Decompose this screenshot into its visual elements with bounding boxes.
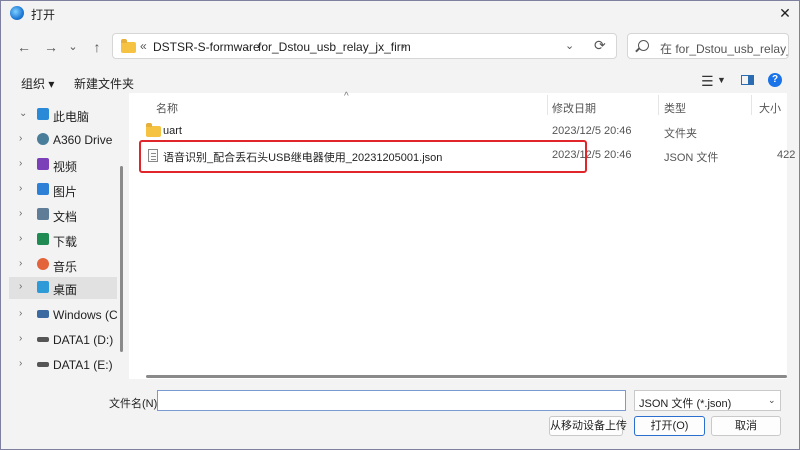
sidebar-item-label: DATA1 (D:) — [53, 333, 114, 347]
title-bar: 打开 ✕ — [1, 1, 799, 25]
search-input[interactable]: 在 for_Dstou_usb_relay_jx_... — [627, 33, 789, 59]
view-options-icon[interactable]: ☰ — [701, 73, 714, 90]
breadcrumb-overflow[interactable]: « — [140, 39, 147, 53]
open-file-dialog: 打开 ✕ ← → ⌄ ↑ « DSTSR-S-formware › for_Ds… — [0, 0, 800, 450]
column-divider[interactable] — [658, 95, 659, 115]
address-bar[interactable]: « DSTSR-S-formware › for_Dstou_usb_relay… — [112, 33, 617, 59]
drive-icon — [37, 337, 49, 342]
sidebar-item-label: 下载 — [53, 235, 78, 249]
folder-icon — [121, 39, 136, 53]
breadcrumb-separator[interactable]: › — [245, 39, 249, 53]
sort-indicator-icon: ^ — [344, 91, 349, 102]
sidebar-item-a360-drive[interactable]: › A360 Drive — [9, 129, 117, 151]
address-dropdown[interactable]: ⌄ — [565, 39, 574, 52]
sidebar-item-pictures[interactable]: › 图片 — [9, 179, 117, 201]
view-dropdown-icon[interactable]: ▼ — [717, 75, 726, 85]
document-icon — [37, 208, 49, 220]
highlight-box — [139, 140, 587, 173]
help-icon[interactable]: ? — [768, 73, 782, 87]
expand-arrow-icon[interactable]: › — [19, 333, 22, 344]
expand-arrow-icon[interactable]: › — [19, 308, 22, 319]
sidebar-item-label: 视频 — [53, 160, 78, 174]
sidebar-item-label: 文档 — [53, 210, 78, 224]
sidebar-item-label: Windows (C:) — [53, 308, 117, 322]
sidebar-item-label: 图片 — [53, 185, 78, 199]
column-divider[interactable] — [547, 95, 548, 115]
breadcrumb-separator[interactable]: › — [401, 39, 405, 53]
forward-button[interactable]: → — [41, 37, 61, 57]
window-title: 打开 — [31, 8, 56, 22]
column-header-modified[interactable]: 修改日期 — [552, 100, 596, 116]
filename-input[interactable] — [157, 390, 626, 411]
navigation-scrollbar[interactable] — [120, 166, 123, 352]
sidebar-item-desktop[interactable]: › 桌面 — [9, 277, 117, 299]
picture-icon — [37, 183, 49, 195]
expand-arrow-icon[interactable]: › — [19, 281, 22, 292]
close-button[interactable]: ✕ — [771, 1, 799, 25]
pc-icon — [37, 108, 49, 120]
sidebar-item-documents[interactable]: › 文档 — [9, 204, 117, 226]
column-divider[interactable] — [751, 95, 752, 115]
upload-from-mobile-button[interactable]: 从移动设备上传 — [549, 416, 627, 436]
sidebar-item-label: A360 Drive — [53, 133, 113, 147]
sidebar-item-videos[interactable]: › 视频 — [9, 154, 117, 176]
file-type: JSON 文件 — [664, 152, 719, 164]
sidebar-item-label: DATA1 (E:) — [53, 358, 113, 372]
column-header-name[interactable]: 名称 — [156, 100, 178, 116]
expand-arrow-icon[interactable]: › — [19, 258, 22, 269]
sidebar-item-data1-e[interactable]: › DATA1 (E:) — [9, 354, 117, 376]
sidebar-item-data1-d[interactable]: › DATA1 (D:) — [9, 329, 117, 351]
collapse-arrow-icon[interactable]: ⌄ — [19, 108, 27, 119]
search-icon — [638, 40, 649, 51]
sidebar-item-label: 此电脑 — [53, 110, 90, 124]
file-list[interactable]: ^ 名称 修改日期 类型 大小 uart 2023/12/5 20:46 文件夹… — [129, 91, 795, 379]
folder-icon — [146, 123, 161, 137]
file-type: 文件夹 — [664, 128, 697, 140]
expand-arrow-icon[interactable]: › — [19, 208, 22, 219]
expand-arrow-icon[interactable]: › — [19, 358, 22, 369]
column-header-size[interactable]: 大小 — [759, 100, 781, 116]
sidebar-item-downloads[interactable]: › 下载 — [9, 229, 117, 251]
sidebar-item-label: 桌面 — [53, 283, 78, 297]
navigation-pane[interactable]: ⌄ 此电脑 › A360 Drive › 视频 › 图片 › 文档 › 下载 ›… — [9, 101, 117, 383]
video-icon — [37, 158, 49, 170]
organize-menu[interactable]: 组织 ▾ — [21, 75, 54, 92]
sidebar-item-label: 音乐 — [53, 260, 78, 274]
sidebar-item-this-pc[interactable]: ⌄ 此电脑 — [9, 104, 117, 126]
refresh-icon[interactable]: ⟳ — [594, 37, 606, 54]
file-modified: 2023/12/5 20:46 — [552, 125, 632, 137]
expand-arrow-icon[interactable]: › — [19, 133, 22, 144]
drive-windows-icon — [37, 310, 49, 318]
app-icon — [10, 6, 24, 20]
horizontal-scrollbar[interactable] — [146, 375, 787, 378]
cancel-button[interactable]: 取消 — [711, 416, 781, 436]
preview-pane-icon[interactable] — [741, 75, 754, 85]
chevron-down-icon[interactable]: ⌄ — [768, 395, 776, 406]
drive-icon — [37, 362, 49, 367]
expand-arrow-icon[interactable]: › — [19, 158, 22, 169]
file-name: uart — [163, 125, 182, 137]
filetype-value: JSON 文件 (*.json) — [639, 398, 732, 410]
download-icon — [37, 233, 49, 245]
new-folder-button[interactable]: 新建文件夹 — [74, 75, 134, 92]
up-button[interactable]: ↑ — [87, 37, 107, 57]
desktop-icon — [37, 281, 49, 293]
cloud-icon — [37, 133, 49, 145]
open-button[interactable]: 打开(O) — [634, 416, 705, 436]
sidebar-item-windows-c[interactable]: › Windows (C:) — [9, 304, 117, 326]
back-button[interactable]: ← — [14, 37, 34, 57]
expand-arrow-icon[interactable]: › — [19, 183, 22, 194]
filetype-select[interactable]: JSON 文件 (*.json) ⌄ — [634, 390, 781, 411]
column-header-type[interactable]: 类型 — [664, 100, 686, 116]
filename-label: 文件名(N): — [109, 398, 161, 410]
search-placeholder: 在 for_Dstou_usb_relay_jx_... — [660, 42, 788, 56]
breadcrumb-item[interactable]: for_Dstou_usb_relay_jx_firm — [258, 40, 411, 54]
breadcrumb-item[interactable]: DSTSR-S-formware — [153, 40, 260, 54]
music-icon — [37, 258, 49, 270]
expand-arrow-icon[interactable]: › — [19, 233, 22, 244]
sidebar-item-music[interactable]: › 音乐 — [9, 254, 117, 276]
file-size: 422 — [777, 149, 796, 161]
recent-locations-dropdown[interactable]: ⌄ — [63, 37, 83, 57]
